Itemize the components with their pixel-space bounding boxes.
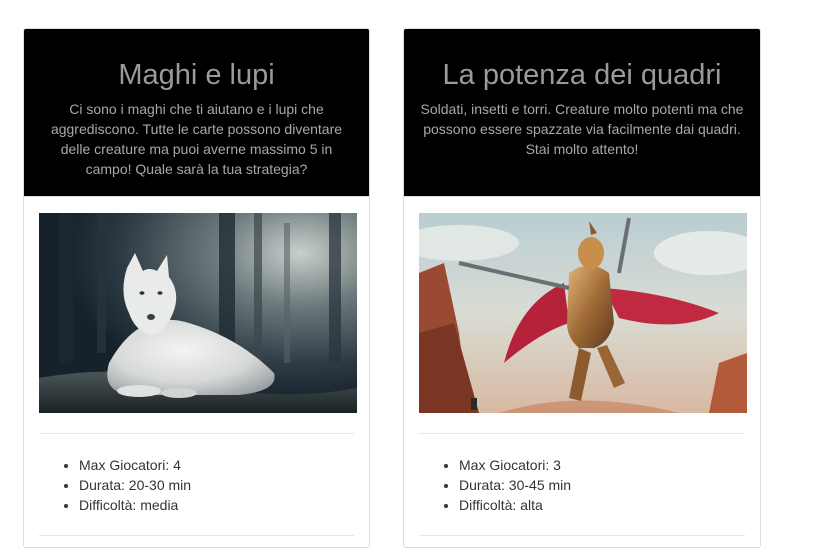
card-description: Soldati, insetti e torri. Creature molto… — [420, 101, 744, 157]
list-item-duration: Durata: 30-45 min — [459, 475, 571, 495]
divider — [39, 433, 354, 434]
divider — [419, 433, 745, 434]
card-description: Ci sono i maghi che ti aiutano e i lupi … — [50, 101, 343, 177]
list-item-difficulty: Difficoltà: alta — [459, 495, 571, 515]
game-card-la-potenza-dei-quadri: La potenza dei quadri Soldati, insetti e… — [403, 28, 761, 548]
warrior-image — [419, 213, 747, 413]
game-details-list: Max Giocatori: 3 Durata: 30-45 min Diffi… — [419, 455, 571, 515]
list-item-duration: Durata: 20-30 min — [79, 475, 191, 495]
card-title: Maghi e lupi — [118, 59, 275, 91]
list-item-max-players: Max Giocatori: 3 — [459, 455, 571, 475]
card-title: La potenza dei quadri — [442, 59, 722, 91]
card-header: Maghi e lupi Ci sono i maghi che ti aiut… — [24, 29, 369, 197]
list-item-max-players: Max Giocatori: 4 — [79, 455, 191, 475]
wolf-image — [39, 213, 357, 413]
game-card-maghi-e-lupi: Maghi e lupi Ci sono i maghi che ti aiut… — [23, 28, 370, 548]
list-item-difficulty: Difficoltà: media — [79, 495, 191, 515]
game-details-list: Max Giocatori: 4 Durata: 20-30 min Diffi… — [39, 455, 191, 515]
card-header: La potenza dei quadri Soldati, insetti e… — [404, 29, 760, 197]
